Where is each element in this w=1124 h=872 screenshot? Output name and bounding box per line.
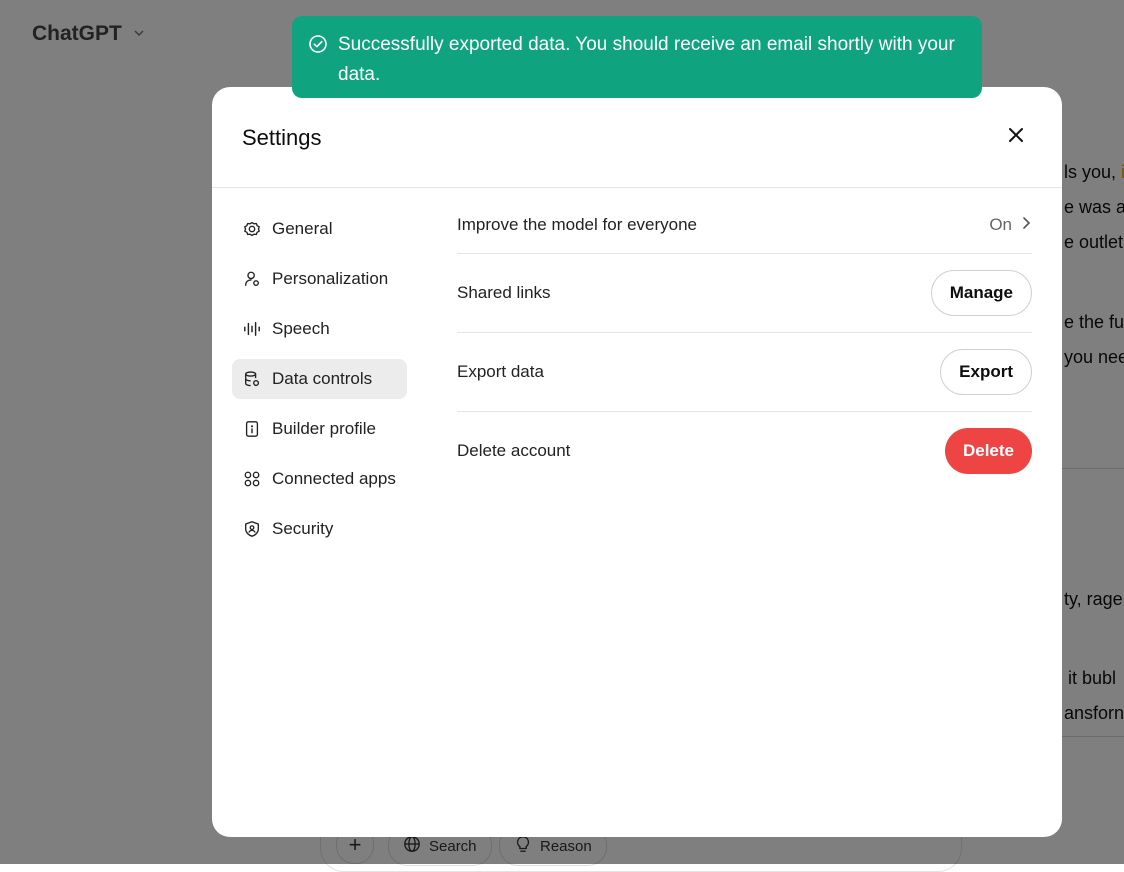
nav-item-personalization[interactable]: Personalization: [232, 259, 407, 299]
shared-links-label: Shared links: [457, 283, 551, 302]
nav-item-label: Builder profile: [272, 419, 376, 438]
nav-item-security[interactable]: Security: [232, 509, 407, 549]
nav-item-speech[interactable]: Speech: [232, 309, 407, 349]
improve-model-value: On: [989, 215, 1012, 234]
delete-account-row: Delete account Delete: [457, 412, 1032, 490]
improve-model-row[interactable]: Improve the model for everyone On: [457, 197, 1032, 254]
nav-item-label: Personalization: [272, 269, 389, 288]
export-data-label: Export data: [457, 362, 544, 381]
nav-item-label: Connected apps: [272, 469, 396, 488]
improve-model-toggle[interactable]: On: [989, 215, 1032, 235]
waveform-icon: [242, 319, 262, 339]
shield-icon: [242, 519, 262, 539]
nav-item-general[interactable]: General: [232, 209, 407, 249]
nav-item-builder-profile[interactable]: Builder profile: [232, 409, 407, 449]
nav-item-connected-apps[interactable]: Connected apps: [232, 459, 407, 499]
check-circle-icon: [308, 34, 328, 64]
nav-item-label: Speech: [272, 319, 330, 338]
improve-model-label: Improve the model for everyone: [457, 215, 698, 234]
database-icon: [242, 369, 262, 389]
dialog-header: Settings: [212, 87, 1062, 188]
shared-links-row: Shared links Manage: [457, 254, 1032, 333]
export-button[interactable]: Export: [940, 349, 1032, 395]
chevron-right-icon: [1022, 215, 1032, 235]
apps-grid-icon: [242, 469, 262, 489]
export-data-row: Export data Export: [457, 333, 1032, 412]
close-button[interactable]: [1002, 123, 1030, 151]
data-controls-panel: Improve the model for everyone On Shared…: [457, 197, 1032, 490]
nav-item-label: Security: [272, 519, 334, 538]
settings-nav: General Personalization Speech Data cont…: [232, 209, 407, 559]
nav-item-label: General: [272, 219, 333, 238]
id-badge-icon: [242, 419, 262, 439]
delete-button[interactable]: Delete: [944, 428, 1032, 474]
nav-item-label: Data controls: [272, 369, 373, 388]
close-icon: [1008, 127, 1024, 148]
toast-message: Successfully exported data. You should r…: [338, 34, 955, 85]
manage-button[interactable]: Manage: [930, 270, 1032, 316]
nav-item-data-controls[interactable]: Data controls: [232, 359, 407, 399]
settings-dialog: Settings General Personalization Speech: [212, 87, 1062, 837]
gear-icon: [242, 219, 262, 239]
dialog-title: Settings: [242, 125, 322, 150]
person-icon: [242, 269, 262, 289]
success-toast: Successfully exported data. You should r…: [292, 16, 982, 98]
delete-account-label: Delete account: [457, 441, 571, 460]
